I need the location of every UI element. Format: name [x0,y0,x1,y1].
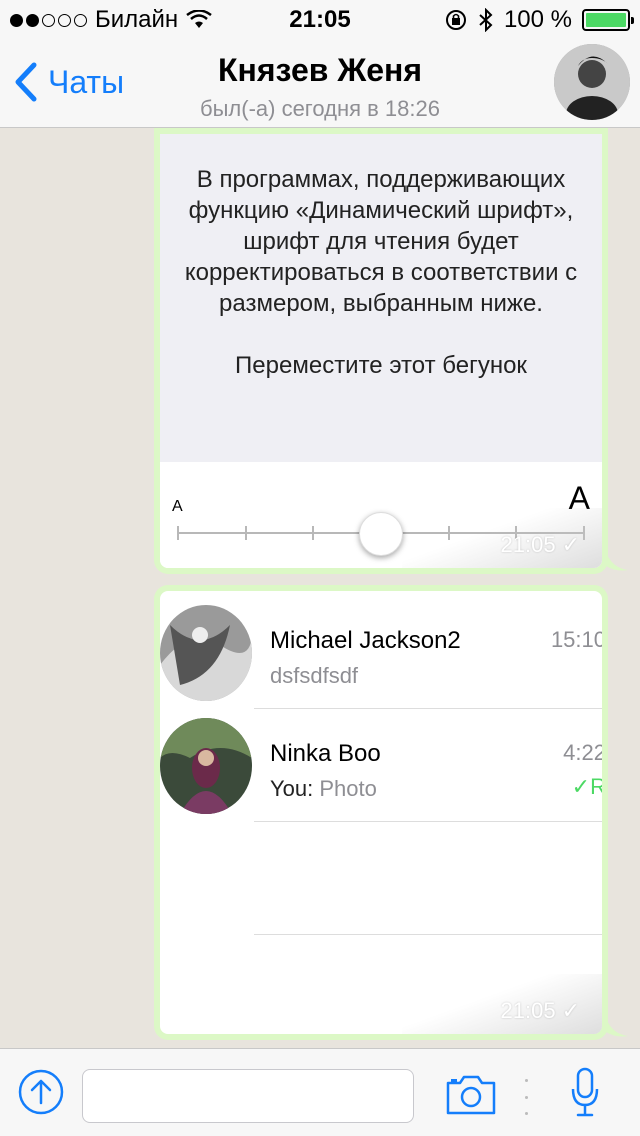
microphone-icon[interactable] [570,1067,600,1119]
message-input-bar [0,1048,640,1136]
small-font-label: A [172,498,183,515]
list-item: Ninka Boo 4:22 You: Photo ✓R [160,704,602,817]
bluetooth-icon [479,8,493,32]
read-status: ✓R [571,774,602,799]
screenshot-image[interactable]: Michael Jackson2 15:10 dsfsdfsdf Ninka B… [160,591,602,1034]
chat-preview: You: Photo [270,776,377,801]
divider-dots [525,1079,529,1115]
list-item: Michael Jackson2 15:10 dsfsdfsdf [160,591,602,704]
camera-icon[interactable] [446,1073,496,1115]
message-time: 21:05 ✓ [500,998,581,1023]
screenshot-instruction: Переместите этот бегунок [235,352,527,379]
upload-arrow-icon[interactable] [18,1069,64,1115]
avatar [160,605,252,701]
sent-check-icon: ✓ [561,532,580,557]
settings-text: В программах, поддерживающих функцию «Ди… [160,134,602,462]
message-input[interactable] [82,1069,414,1123]
contact-name[interactable]: Князев Женя [0,52,640,89]
avatar [160,718,252,814]
slider-tick [244,526,247,540]
chat-time: 4:22 [563,740,602,765]
preview-sender: You: [270,776,314,801]
divider [254,821,602,822]
chat-time: 15:10 [550,627,602,652]
divider [254,934,602,935]
slider-knob [359,512,403,556]
contact-avatar[interactable] [554,44,630,120]
bubble-tail [606,1018,628,1037]
message-bubble[interactable]: В программах, поддерживающих функцию «Ди… [154,128,628,574]
message-time: 21:05 ✓ [500,532,581,557]
last-seen: был(-а) сегодня в 18:26 [200,96,440,121]
message-bubble[interactable]: Michael Jackson2 15:10 dsfsdfsdf Ninka B… [154,585,628,1040]
battery-icon [582,9,634,31]
chat-name: Ninka Boo [270,740,381,767]
bubble-tail [606,552,628,571]
status-bar: Билайн 21:05 100 % [0,0,640,40]
screenshot-image[interactable]: В программах, поддерживающих функцию «Ди… [160,134,602,568]
screenshot-paragraph: В программах, поддерживающих функцию «Ди… [184,166,578,317]
sent-check-icon: ✓ [561,998,580,1023]
battery-percent: 100 % [503,6,572,33]
slider-tick [312,526,315,540]
orientation-lock-icon [445,10,466,30]
slider-tick [177,526,179,540]
chat-header: Чаты Князев Женя был(-а) сегодня в 18:26 [0,40,640,128]
chat-preview: dsfsdfsdf [270,663,359,688]
chat-name: Michael Jackson2 [270,627,461,654]
